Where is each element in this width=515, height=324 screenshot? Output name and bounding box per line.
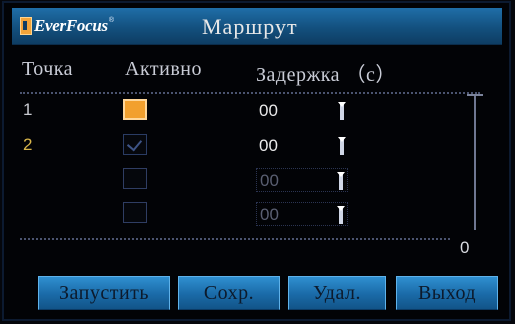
- column-header-delay: Задержка （с）: [256, 64, 396, 86]
- logo-text: EverFocus: [34, 16, 108, 35]
- row-2-delay-value: 00: [259, 136, 278, 155]
- column-header-point: Точка: [22, 58, 74, 80]
- delete-button[interactable]: Удал.: [288, 276, 386, 310]
- row-2-delay-field[interactable]: 00: [256, 134, 348, 158]
- row-4-delay-value: 00: [260, 205, 279, 224]
- row-1-number: 1: [23, 100, 33, 119]
- row-4-delay-field[interactable]: 00: [256, 202, 348, 226]
- scroll-position-value: 0: [460, 238, 470, 257]
- row-4-active-checkbox[interactable]: [123, 202, 147, 223]
- row-2-number: 2: [23, 135, 33, 154]
- row-3-active-checkbox[interactable]: [123, 168, 147, 189]
- row-1-delay-value: 00: [259, 101, 278, 120]
- logo-mark-icon: [20, 17, 32, 35]
- row-1-active-checkbox[interactable]: [123, 99, 147, 120]
- dialog-title: Маршрут: [202, 14, 298, 39]
- row-2-active-checkbox[interactable]: [123, 134, 147, 155]
- spinner-icon[interactable]: [338, 102, 346, 120]
- column-header-active: Активно: [125, 58, 202, 80]
- header-divider: [20, 92, 480, 94]
- row-3-delay-field[interactable]: 00: [256, 168, 348, 192]
- exit-button[interactable]: Выход: [396, 276, 498, 310]
- logo-registered-mark: ®: [108, 17, 114, 24]
- list-bottom-divider: [20, 238, 450, 240]
- row-1-delay-field[interactable]: 00: [256, 99, 348, 123]
- route-dialog: [2, 1, 511, 321]
- title-bar: EverFocus ® Маршрут: [12, 8, 502, 45]
- spinner-icon[interactable]: [338, 137, 346, 155]
- row-3-delay-value: 00: [260, 171, 279, 190]
- start-button[interactable]: Запустить: [38, 276, 170, 310]
- spinner-icon[interactable]: [337, 172, 345, 190]
- everfocus-logo: EverFocus ®: [20, 15, 114, 37]
- spinner-icon[interactable]: [337, 206, 345, 224]
- scrollbar-track[interactable]: [474, 96, 476, 230]
- save-button[interactable]: Сохр.: [178, 276, 280, 310]
